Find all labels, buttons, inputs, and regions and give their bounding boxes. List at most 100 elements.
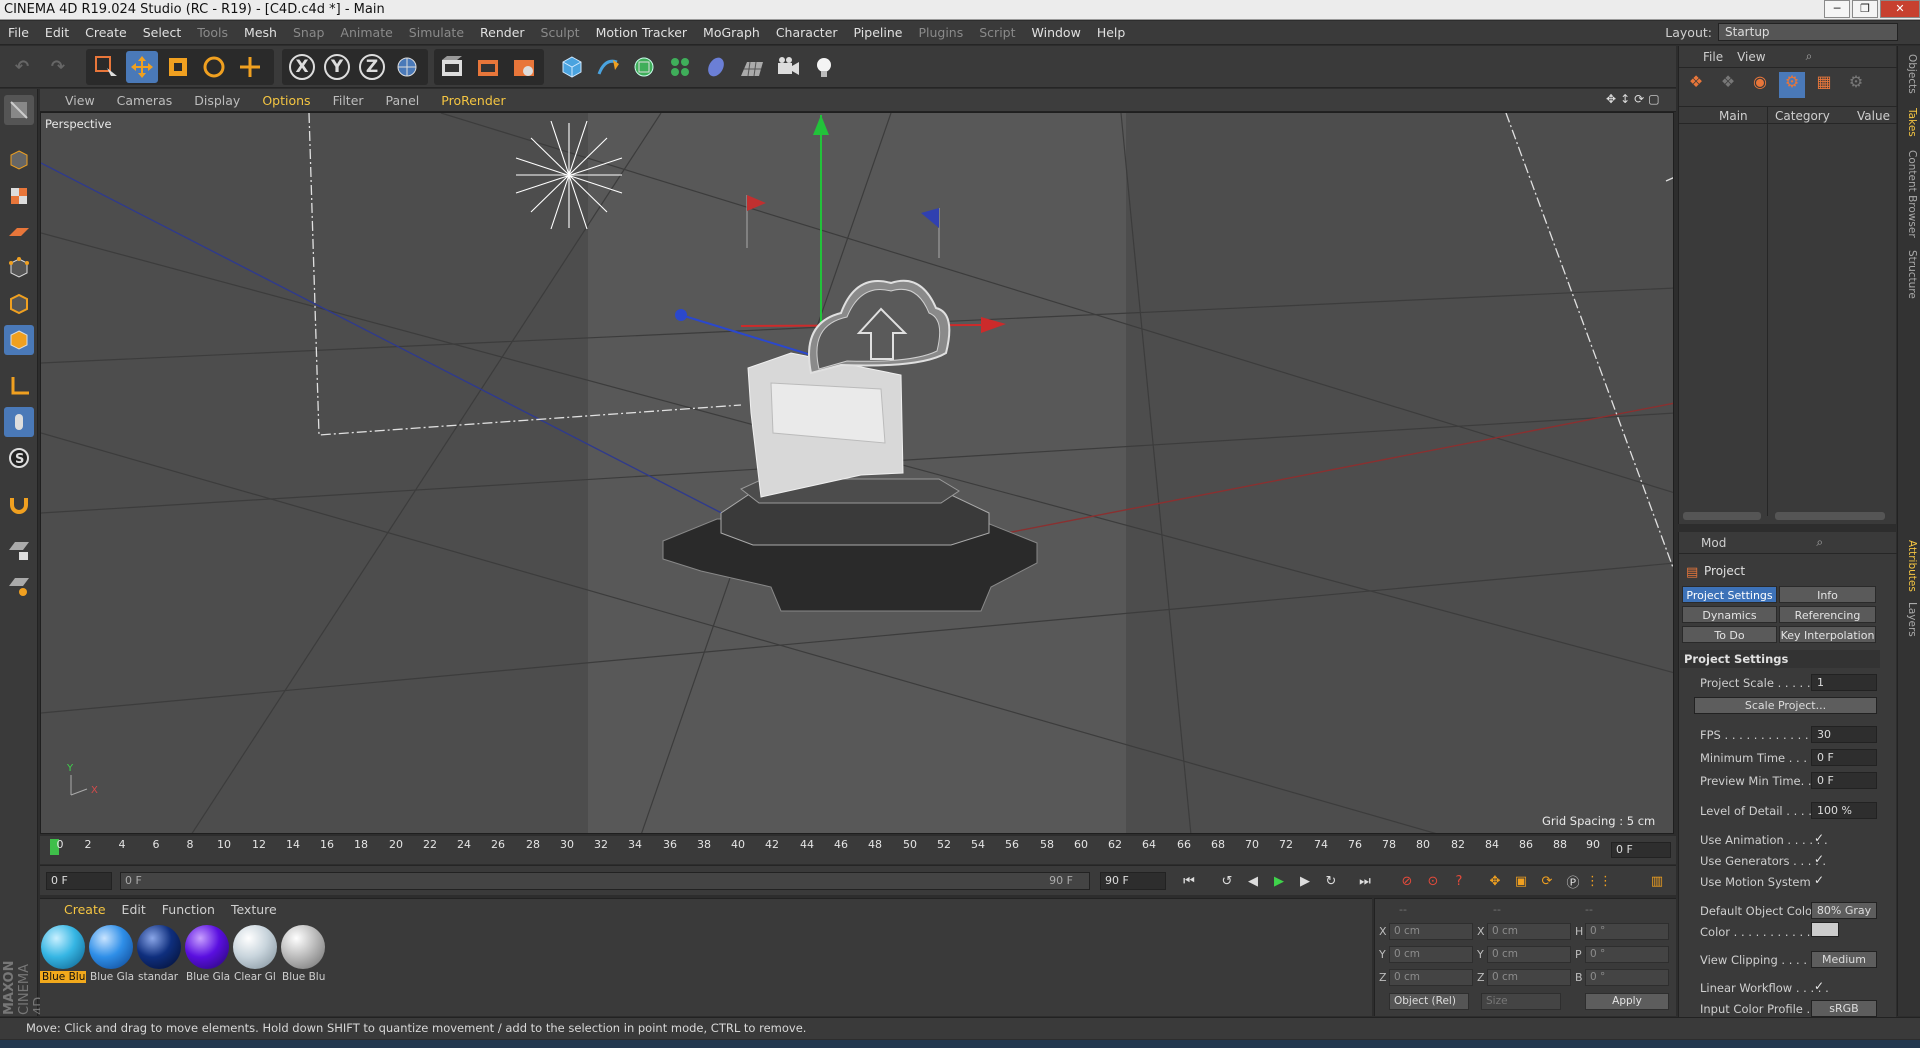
tab-info[interactable]: Info	[1779, 586, 1876, 603]
pan-icon[interactable]: ✥	[1606, 92, 1616, 106]
undo-icon[interactable]: ↶	[6, 51, 38, 83]
material-swatch[interactable]: Blue Gla	[184, 925, 230, 985]
previous-key-icon[interactable]: ↺	[1216, 870, 1238, 892]
position-y-field[interactable]: 0 cm	[1389, 946, 1473, 963]
position-key-icon[interactable]: ✥	[1484, 870, 1506, 892]
planar-workplane-icon[interactable]	[4, 571, 34, 601]
workplane-mode-icon[interactable]	[4, 217, 34, 247]
scale-project-button[interactable]: Scale Project...	[1694, 697, 1877, 714]
deformer-icon[interactable]	[700, 51, 732, 83]
material-swatch[interactable]: standar	[136, 925, 182, 985]
preview-range-slider[interactable]: 0 F 90 F	[120, 872, 1090, 890]
go-to-start-icon[interactable]: ⏮	[1178, 870, 1200, 892]
render-view-icon[interactable]	[436, 51, 468, 83]
rotation-p-field[interactable]: 0 °	[1585, 946, 1669, 963]
side-tab-content-browser[interactable]: Content Browser	[1900, 150, 1918, 238]
menu-pipeline[interactable]: Pipeline	[846, 25, 911, 40]
tab-key-interpolation[interactable]: Key Interpolation	[1779, 626, 1876, 643]
scale-key-icon[interactable]: ▣	[1510, 870, 1532, 892]
size-mode-dropdown[interactable]: Size	[1481, 993, 1561, 1010]
size-z-field[interactable]: 0 cm	[1487, 969, 1571, 986]
material-menu-function[interactable]: Function	[154, 902, 223, 917]
next-frame-icon[interactable]: ▶	[1294, 870, 1316, 892]
solo-mode-icon[interactable]: S	[4, 443, 34, 473]
menu-character[interactable]: Character	[768, 25, 846, 40]
preview-min-time-field[interactable]: 0 F	[1811, 772, 1877, 789]
default-object-color-dropdown[interactable]: 80% Gray	[1811, 902, 1877, 919]
linear-workflow-checkbox[interactable]: ✓	[1814, 979, 1824, 993]
cloner-icon[interactable]	[664, 51, 696, 83]
material-menu-edit[interactable]: Edit	[114, 902, 154, 917]
side-tab-objects[interactable]: Objects	[1900, 54, 1918, 94]
fps-field[interactable]: 30	[1811, 726, 1877, 743]
color-swatch[interactable]	[1811, 922, 1839, 937]
menu-plugins[interactable]: Plugins	[910, 25, 971, 40]
viewport-menu-view[interactable]: View	[54, 93, 106, 108]
point-level-key-icon[interactable]: ⋮⋮	[1586, 870, 1612, 892]
tab-dynamics[interactable]: Dynamics	[1682, 606, 1777, 623]
previous-frame-icon[interactable]: ◀	[1242, 870, 1264, 892]
max-frame-field[interactable]: 90 F	[1100, 872, 1166, 890]
tab-referencing[interactable]: Referencing	[1779, 606, 1876, 623]
light-icon[interactable]	[808, 51, 840, 83]
menu-motion-tracker[interactable]: Motion Tracker	[588, 25, 695, 40]
x-axis-lock-button[interactable]: X	[286, 51, 318, 83]
menu-create[interactable]: Create	[77, 25, 135, 40]
object-tool-icon[interactable]: ❖	[1683, 72, 1709, 98]
live-selection-icon[interactable]	[90, 51, 122, 83]
material-swatch[interactable]: Blue Blu	[40, 925, 86, 985]
object-menu-file[interactable]: File	[1703, 50, 1723, 64]
menu-mograph[interactable]: MoGraph	[695, 25, 768, 40]
restore-button[interactable]: ❐	[1852, 0, 1878, 18]
enable-axis-icon[interactable]	[4, 371, 34, 401]
object-menu-view[interactable]: View	[1737, 50, 1765, 64]
zoom-icon[interactable]: ↕	[1620, 92, 1630, 106]
rotation-h-field[interactable]: 0 °	[1585, 923, 1669, 940]
side-tab-attributes[interactable]: Attributes	[1900, 540, 1918, 592]
coordinate-system-icon[interactable]	[391, 51, 423, 83]
side-tab-layers[interactable]: Layers	[1900, 602, 1918, 637]
maximize-view-icon[interactable]: ▢	[1648, 92, 1659, 106]
tab-to-do[interactable]: To Do	[1682, 626, 1777, 643]
object-tool-icon[interactable]: ⚙	[1843, 72, 1869, 98]
menu-help[interactable]: Help	[1089, 25, 1134, 40]
minimize-button[interactable]: ─	[1824, 0, 1850, 18]
level-of-detail-field[interactable]: 100 %	[1811, 802, 1877, 819]
perspective-viewport[interactable]: Y X	[40, 112, 1674, 834]
search-icon[interactable]: ⌕	[1806, 49, 1813, 64]
menu-script[interactable]: Script	[971, 25, 1023, 40]
menu-mesh[interactable]: Mesh	[236, 25, 285, 40]
viewport-menu-cameras[interactable]: Cameras	[106, 93, 184, 108]
cube-primitive-icon[interactable]	[556, 51, 588, 83]
min-frame-field[interactable]: 0 F	[46, 872, 112, 890]
record-active-objects-icon[interactable]: ⊘	[1396, 870, 1418, 892]
use-animation-checkbox[interactable]: ✓	[1814, 831, 1824, 845]
search-icon[interactable]: ⌕	[1816, 535, 1823, 550]
make-editable-icon[interactable]	[4, 95, 34, 125]
project-scale-field[interactable]: 1	[1811, 674, 1877, 691]
rotate-tool-icon[interactable]	[198, 51, 230, 83]
position-z-field[interactable]: 0 cm	[1389, 969, 1473, 986]
use-motion-system-checkbox[interactable]: ✓	[1814, 873, 1824, 887]
lock-workplane-icon[interactable]	[4, 535, 34, 565]
model-mode-icon[interactable]	[4, 145, 34, 175]
menu-select[interactable]: Select	[135, 25, 190, 40]
close-button[interactable]: ✕	[1880, 0, 1920, 18]
viewport-menu-filter[interactable]: Filter	[322, 93, 375, 108]
parameter-key-icon[interactable]: Ⓟ	[1562, 870, 1584, 892]
input-color-profile-dropdown[interactable]: sRGB	[1811, 1000, 1877, 1017]
side-tab-structure[interactable]: Structure	[1900, 250, 1918, 299]
play-forward-icon[interactable]: ▶	[1268, 870, 1290, 892]
rotation-b-field[interactable]: 0 °	[1585, 969, 1669, 986]
pen-spline-icon[interactable]	[592, 51, 624, 83]
autokeying-icon[interactable]: ⊙	[1422, 870, 1444, 892]
keyframe-selection-icon[interactable]: ?	[1448, 870, 1470, 892]
z-axis-lock-button[interactable]: Z	[356, 51, 388, 83]
render-picture-viewer-icon[interactable]	[472, 51, 504, 83]
object-tool-icon[interactable]: ⚙	[1779, 72, 1805, 98]
view-clipping-dropdown[interactable]: Medium	[1811, 951, 1877, 968]
viewport-menu-prorender[interactable]: ProRender	[430, 93, 516, 108]
points-mode-icon[interactable]	[4, 253, 34, 283]
y-axis-lock-button[interactable]: Y	[321, 51, 353, 83]
menu-edit[interactable]: Edit	[37, 25, 77, 40]
